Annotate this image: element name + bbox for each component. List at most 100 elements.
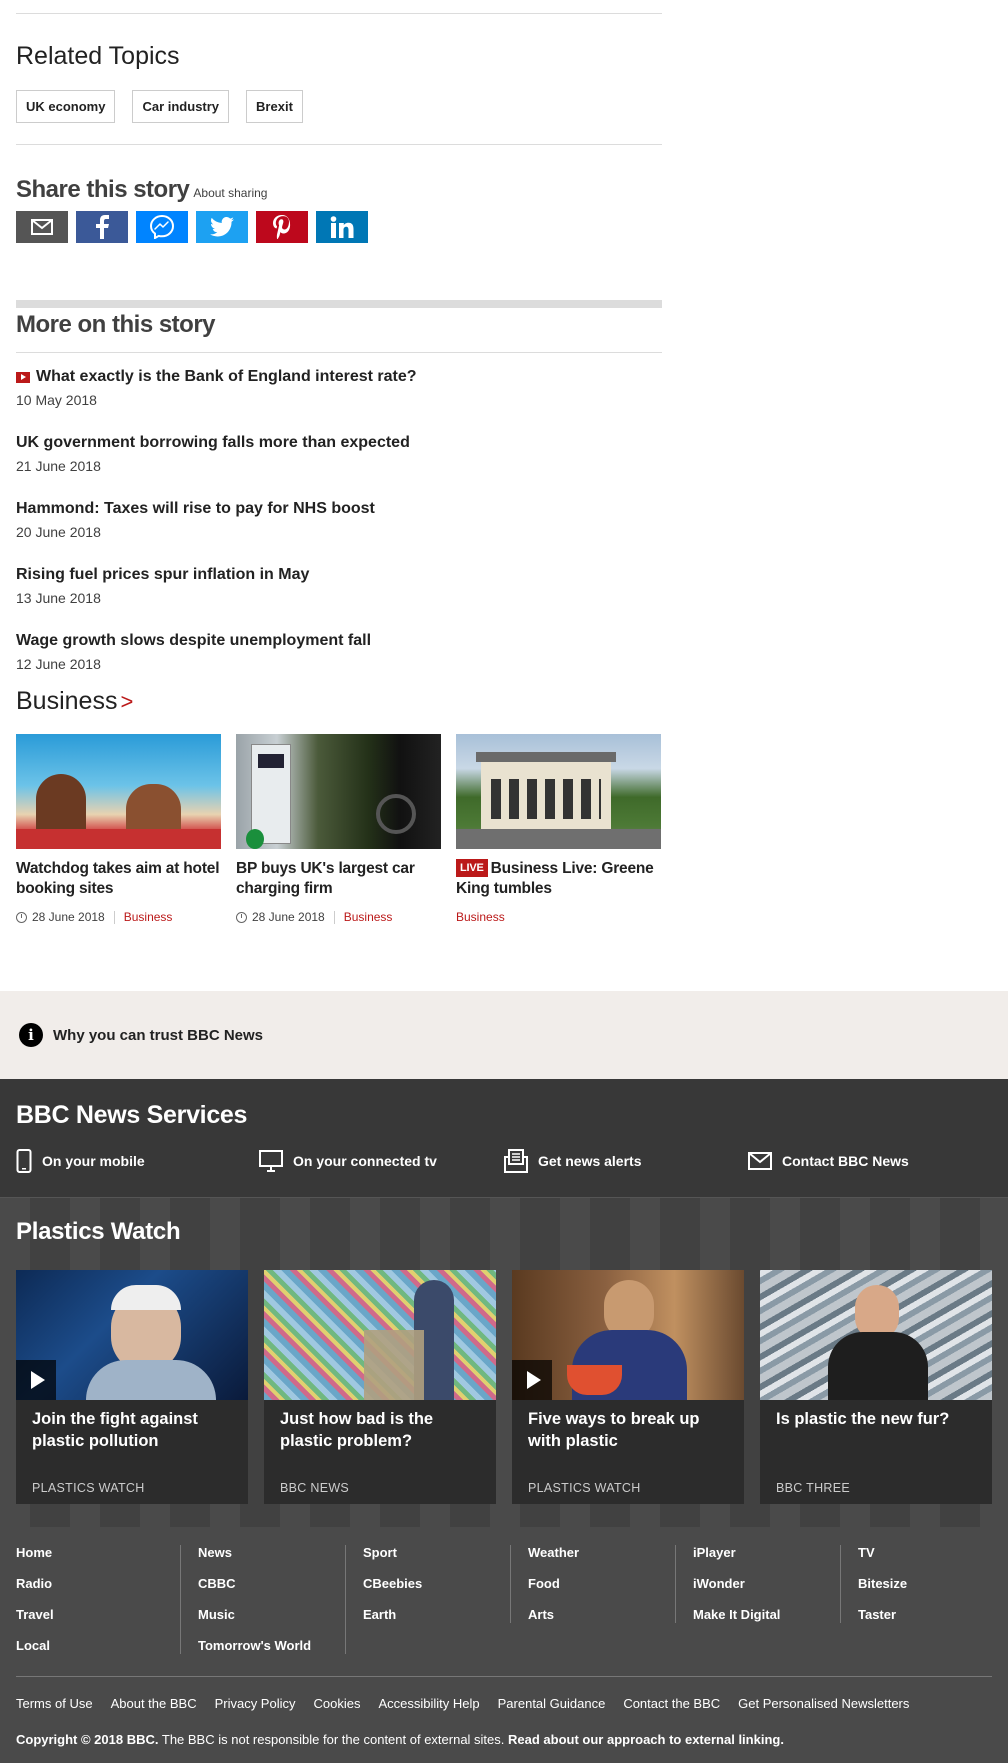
footer-link-make-it-digital[interactable]: Make It Digital <box>693 1607 830 1623</box>
alerts-icon <box>504 1149 528 1173</box>
story-link[interactable]: Wage growth slows despite unemployment f… <box>16 632 371 650</box>
footer-link-radio[interactable]: Radio <box>16 1576 170 1592</box>
tag-uk-economy[interactable]: UK economy <box>16 90 116 123</box>
footer-link-tomorrows-world[interactable]: Tomorrow's World <box>198 1638 335 1654</box>
story-date: 20 June 2018 <box>16 524 101 540</box>
footer-link-iwonder[interactable]: iWonder <box>693 1576 830 1592</box>
share-linkedin-button[interactable] <box>316 211 368 243</box>
service-alerts-link[interactable]: Get news alerts <box>504 1149 748 1173</box>
related-topics-tags: UK economy Car industry Brexit <box>16 90 303 123</box>
footer-divider <box>16 1676 992 1677</box>
footer-link-cbbc[interactable]: CBBC <box>198 1576 335 1592</box>
story-link[interactable]: What exactly is the Bank of England inte… <box>16 368 417 386</box>
chevron-right-icon: > <box>120 688 134 714</box>
card-title: Five ways to break up with plastic <box>528 1410 700 1450</box>
hotel-pool-image <box>16 734 221 849</box>
footer-link-sport[interactable]: Sport <box>363 1545 500 1561</box>
plastics-card[interactable]: Is plastic the new fur? BBC THREE <box>760 1270 992 1504</box>
card-section-link[interactable]: Business <box>456 910 505 924</box>
business-section-link[interactable]: Business > <box>16 687 133 716</box>
tag-car-industry[interactable]: Car industry <box>132 90 230 123</box>
clock-icon <box>236 911 247 923</box>
footer-link-earth[interactable]: Earth <box>363 1607 500 1623</box>
footer-nav: Home Radio Travel Local News CBBC Music … <box>16 1545 1006 1654</box>
privacy-link[interactable]: Privacy Policy <box>215 1696 296 1711</box>
footer-link-bitesize[interactable]: Bitesize <box>858 1576 996 1592</box>
messenger-icon <box>150 215 174 239</box>
business-card[interactable]: Watchdog takes aim at hotel booking site… <box>16 734 221 924</box>
plastics-card[interactable]: Just how bad is the plastic problem? BBC… <box>264 1270 496 1504</box>
about-sharing-link[interactable]: About sharing <box>193 186 267 200</box>
clock-icon <box>16 911 27 923</box>
share-facebook-button[interactable] <box>76 211 128 243</box>
copyright-bold: Copyright © 2018 BBC. <box>16 1732 159 1747</box>
card-source: BBC NEWS <box>280 1481 350 1495</box>
service-contact-link[interactable]: Contact BBC News <box>748 1149 909 1173</box>
story-link[interactable]: Rising fuel prices spur inflation in May <box>16 566 309 584</box>
share-email-button[interactable] <box>16 211 68 243</box>
about-bbc-link[interactable]: About the BBC <box>111 1696 197 1711</box>
story-item: Rising fuel prices spur inflation in May… <box>16 566 309 606</box>
business-card[interactable]: BP buys UK's largest car charging firm 2… <box>236 734 441 924</box>
plastics-card[interactable]: Join the fight against plastic pollution… <box>16 1270 248 1504</box>
service-label: On your connected tv <box>293 1153 437 1169</box>
story-title: What exactly is the Bank of England inte… <box>36 368 417 385</box>
related-topics-title: Related Topics <box>16 42 180 70</box>
service-label: Get news alerts <box>538 1153 642 1169</box>
copyright-text: The BBC is not responsible for the conte… <box>158 1732 509 1747</box>
newsletters-link[interactable]: Get Personalised Newsletters <box>738 1696 909 1711</box>
linkedin-icon <box>330 216 354 238</box>
share-title-text: Share this story <box>16 176 190 203</box>
story-link[interactable]: UK government borrowing falls more than … <box>16 434 410 452</box>
share-twitter-button[interactable] <box>196 211 248 243</box>
terms-link[interactable]: Terms of Use <box>16 1696 93 1711</box>
footer-link-weather[interactable]: Weather <box>528 1545 665 1561</box>
video-icon <box>16 371 30 383</box>
cookies-link[interactable]: Cookies <box>314 1696 361 1711</box>
site-footer: Home Radio Travel Local News CBBC Music … <box>0 1527 1008 1763</box>
story-link[interactable]: Hammond: Taxes will rise to pay for NHS … <box>16 500 375 518</box>
footer-link-food[interactable]: Food <box>528 1576 665 1592</box>
service-label: On your mobile <box>42 1153 145 1169</box>
legal-links: Terms of Use About the BBC Privacy Polic… <box>16 1696 909 1711</box>
plastic-waste-presenter-image <box>760 1270 992 1400</box>
card-section-link[interactable]: Business <box>124 910 173 924</box>
presenter-with-tray-image <box>512 1270 744 1400</box>
card-section-link[interactable]: Business <box>344 910 393 924</box>
footer-link-taster[interactable]: Taster <box>858 1607 996 1623</box>
share-messenger-button[interactable] <box>136 211 188 243</box>
tv-icon <box>259 1150 283 1172</box>
email-icon <box>31 219 53 235</box>
service-tv-link[interactable]: On your connected tv <box>259 1149 504 1173</box>
footer-link-iplayer[interactable]: iPlayer <box>693 1545 830 1561</box>
footer-link-news[interactable]: News <box>198 1545 335 1561</box>
pub-building-image <box>456 734 661 849</box>
play-icon <box>512 1360 552 1400</box>
plastics-card[interactable]: Five ways to break up with plastic PLAST… <box>512 1270 744 1504</box>
story-item: Hammond: Taxes will rise to pay for NHS … <box>16 500 375 540</box>
footer-link-arts[interactable]: Arts <box>528 1607 665 1623</box>
business-title: Business <box>16 687 118 715</box>
share-pinterest-button[interactable] <box>256 211 308 243</box>
card-title: LIVE Business Live: Greene King tumbles <box>456 859 661 899</box>
service-mobile-link[interactable]: On your mobile <box>16 1149 259 1173</box>
story-item: Wage growth slows despite unemployment f… <box>16 632 371 672</box>
footer-link-travel[interactable]: Travel <box>16 1607 170 1623</box>
trust-link[interactable]: i Why you can trust BBC News <box>19 1023 263 1047</box>
envelope-icon <box>748 1152 772 1170</box>
plastics-cards: Join the fight against plastic pollution… <box>16 1270 992 1504</box>
footer-link-music[interactable]: Music <box>198 1607 335 1623</box>
card-title: Just how bad is the plastic problem? <box>280 1410 434 1450</box>
accessibility-link[interactable]: Accessibility Help <box>378 1696 479 1711</box>
external-linking-link[interactable]: Read about our approach to external link… <box>508 1732 784 1747</box>
card-date: 28 June 2018 <box>252 910 325 924</box>
footer-link-cbeebies[interactable]: CBeebies <box>363 1576 500 1592</box>
parental-guidance-link[interactable]: Parental Guidance <box>498 1696 606 1711</box>
footer-link-tv[interactable]: TV <box>858 1545 996 1561</box>
footer-link-local[interactable]: Local <box>16 1638 170 1654</box>
footer-link-home[interactable]: Home <box>16 1545 170 1561</box>
contact-bbc-link[interactable]: Contact the BBC <box>623 1696 720 1711</box>
business-card[interactable]: LIVE Business Live: Greene King tumbles B… <box>456 734 661 924</box>
tag-brexit[interactable]: Brexit <box>246 90 303 123</box>
top-divider <box>16 13 662 14</box>
